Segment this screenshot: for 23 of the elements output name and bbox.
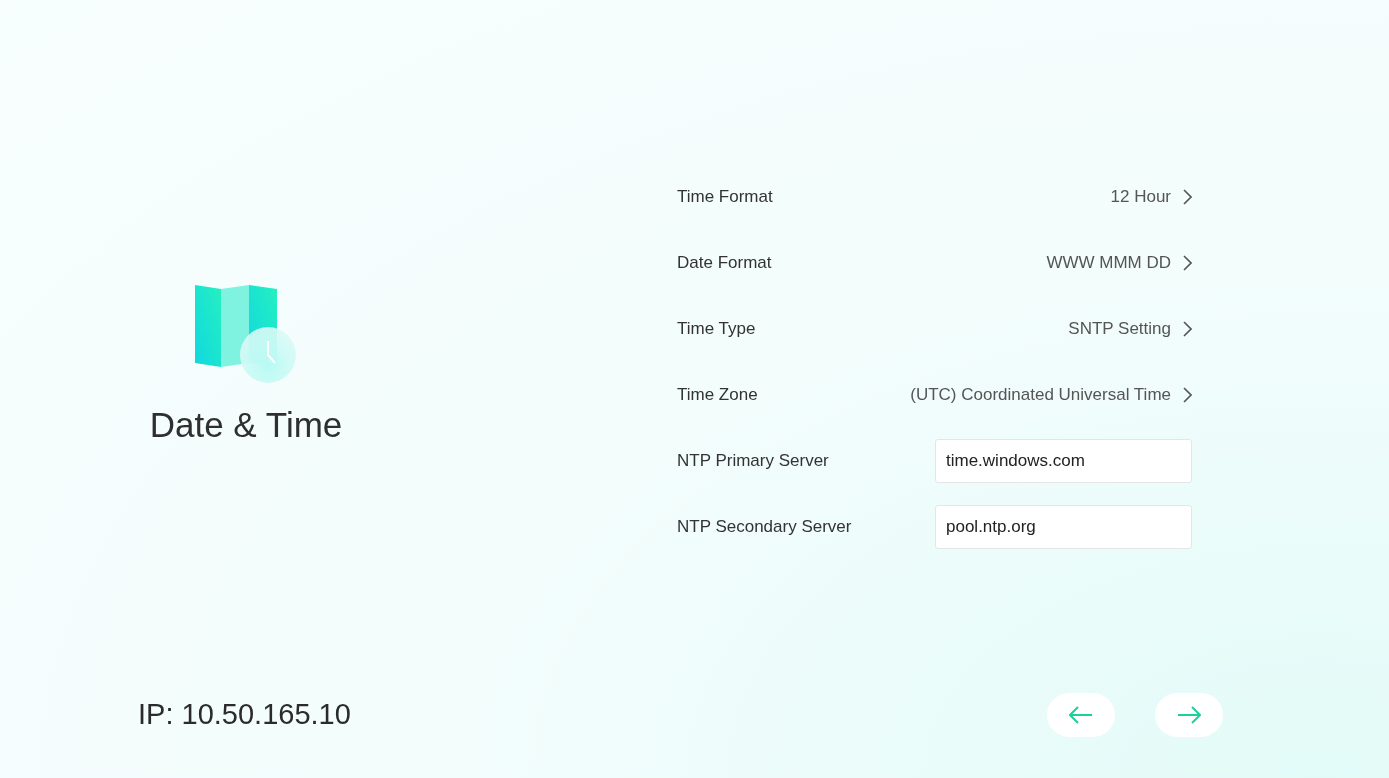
next-button[interactable] <box>1155 693 1223 737</box>
setting-label: Time Type <box>677 318 756 341</box>
setting-value[interactable]: WWW MMM DD <box>1046 250 1192 276</box>
server-input-field[interactable]: pool.ntp.org <box>935 505 1192 549</box>
setting-label: NTP Secondary Server <box>677 516 852 539</box>
setting-label: Date Format <box>677 252 772 275</box>
setting-value[interactable]: SNTP Setting <box>1068 316 1192 342</box>
page-title: Date & Time <box>149 403 343 446</box>
ip-address: IP: 10.50.165.10 <box>138 697 351 733</box>
chevron-right-icon <box>1183 189 1192 205</box>
back-button[interactable] <box>1047 693 1115 737</box>
setting-label: Time Format <box>677 186 773 209</box>
right-arrow-icon <box>1177 706 1201 724</box>
left-arrow-icon <box>1069 706 1093 724</box>
server-input-field[interactable]: time.windows.com <box>935 439 1192 483</box>
chevron-right-icon <box>1183 321 1192 337</box>
setting-label: Time Zone <box>677 384 758 407</box>
chevron-right-icon <box>1183 255 1192 271</box>
setting-label: NTP Primary Server <box>677 450 829 473</box>
map-clock-icon <box>193 282 299 383</box>
chevron-right-icon <box>1183 387 1192 403</box>
setting-value[interactable]: 12 Hour <box>1110 184 1192 210</box>
setting-value[interactable]: (UTC) Coordinated Universal Time <box>910 382 1192 408</box>
